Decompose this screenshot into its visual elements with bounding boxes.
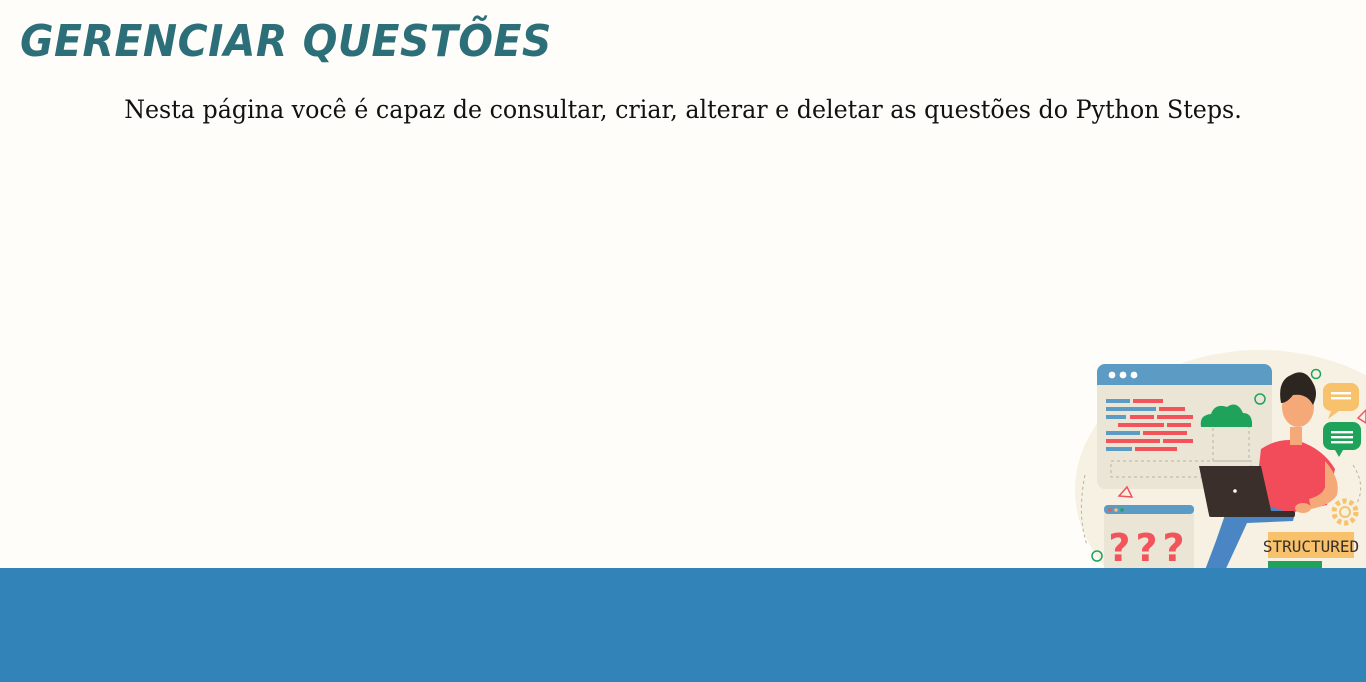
page: GERENCIAR QUESTÕES Nesta página você é c… xyxy=(0,0,1366,682)
developer-illustration: ??? STRUCTURED xyxy=(1075,345,1366,568)
page-description: Nesta página você é capaz de consultar, … xyxy=(124,95,1242,124)
page-title: GERENCIAR QUESTÕES xyxy=(20,16,552,67)
question-window-icon: ??? xyxy=(1104,505,1194,568)
structured-badge-text: STRUCTURED xyxy=(1263,537,1359,556)
question-marks: ??? xyxy=(1108,526,1189,568)
footer-bar xyxy=(0,568,1366,682)
